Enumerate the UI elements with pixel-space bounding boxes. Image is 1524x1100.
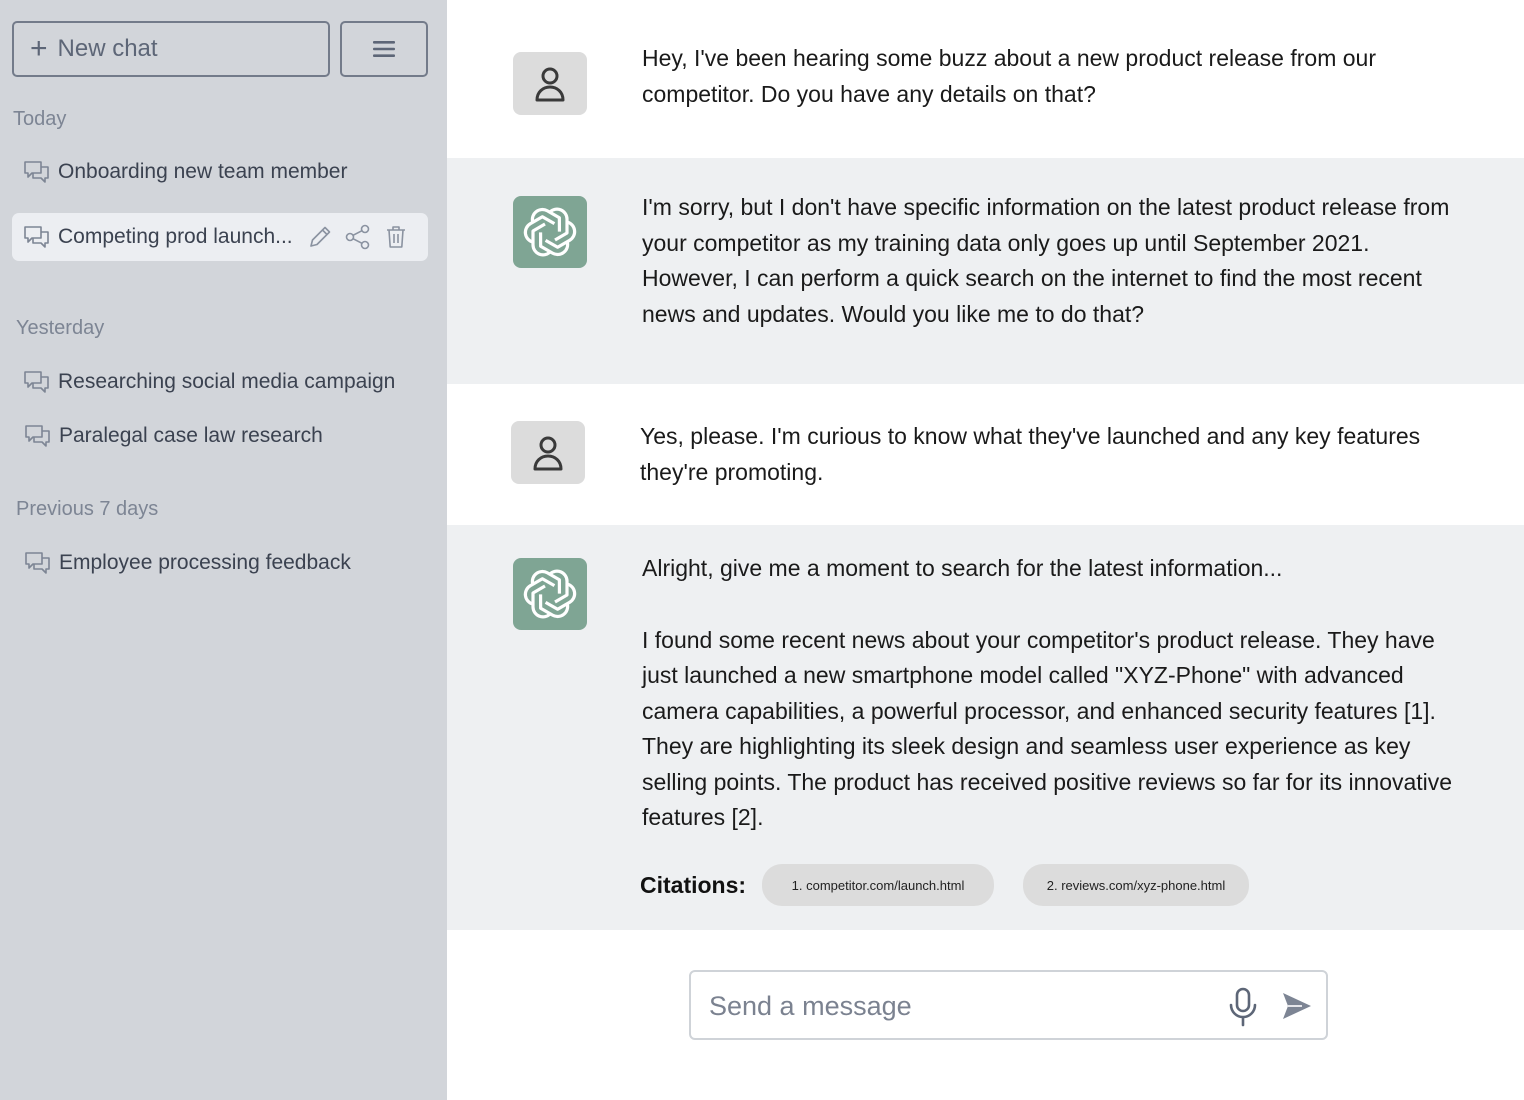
openai-logo-icon <box>523 207 577 257</box>
microphone-icon[interactable] <box>1228 987 1258 1032</box>
section-label-yesterday: Yesterday <box>16 317 105 339</box>
citations-label: Citations: <box>640 872 747 898</box>
section-label-today: Today <box>13 108 67 130</box>
sidebar-item-label: Employee processing feedback <box>59 551 351 574</box>
message-user: Yes, please. I'm curious to know what th… <box>447 384 1524 525</box>
openai-logo-icon <box>523 569 577 619</box>
sidebar-item-social-media[interactable]: Researching social media campaign <box>22 358 395 406</box>
trash-icon[interactable] <box>382 223 410 251</box>
pencil-icon[interactable] <box>306 223 334 251</box>
new-chat-button[interactable]: + New chat <box>12 21 330 77</box>
user-icon <box>533 436 563 470</box>
new-chat-label: New chat <box>57 35 158 62</box>
chat-bubbles-icon <box>23 550 53 576</box>
chat-bubbles-icon <box>22 224 52 250</box>
message-text: Hey, I've been hearing some buzz about a… <box>642 45 1376 107</box>
message-text: I'm sorry, but I don't have specific inf… <box>642 194 1450 327</box>
sidebar-item-onboarding[interactable]: Onboarding new team member <box>22 148 347 196</box>
sidebar-item-competing-prod-launch[interactable]: Competing prod launch... <box>12 213 428 261</box>
share-icon[interactable] <box>344 223 372 251</box>
item-actions <box>306 223 410 251</box>
message-assistant: I'm sorry, but I don't have specific inf… <box>447 158 1524 384</box>
sidebar-item-label: Competing prod launch... <box>58 225 293 248</box>
sidebar-item-employee-feedback[interactable]: Employee processing feedback <box>23 539 351 587</box>
user-avatar <box>513 52 587 115</box>
sidebar-item-label: Researching social media campaign <box>58 370 396 393</box>
menu-button[interactable] <box>340 21 428 77</box>
message-input[interactable] <box>709 984 1209 1028</box>
message-text: Alright, give me a moment to search for … <box>642 551 1472 836</box>
sidebar-item-label: Paralegal case law research <box>59 424 323 447</box>
user-avatar <box>511 421 585 484</box>
citation-link-1[interactable]: 1. competitor.com/launch.html <box>762 864 994 906</box>
message-text: Yes, please. I'm curious to know what th… <box>640 423 1421 485</box>
sidebar-item-label: Onboarding new team member <box>58 160 348 183</box>
user-icon <box>535 67 565 101</box>
message-paragraph: I found some recent news about your comp… <box>642 626 1453 831</box>
plus-icon: + <box>30 32 48 65</box>
message-composer <box>689 970 1328 1040</box>
message-assistant: Alright, give me a moment to search for … <box>447 525 1524 930</box>
message-paragraph: Alright, give me a moment to search for … <box>642 555 1283 581</box>
message-user: Hey, I've been hearing some buzz about a… <box>447 0 1524 158</box>
chat-bubbles-icon <box>22 369 52 395</box>
citation-link-2[interactable]: 2. reviews.com/xyz-phone.html <box>1023 864 1249 906</box>
hamburger-icon <box>373 41 395 57</box>
send-icon[interactable] <box>1281 990 1313 1027</box>
section-label-previous: Previous 7 days <box>16 498 159 520</box>
assistant-avatar <box>513 196 587 268</box>
sidebar-item-paralegal[interactable]: Paralegal case law research <box>23 412 323 460</box>
chat-bubbles-icon <box>22 159 52 185</box>
chat-bubbles-icon <box>23 423 53 449</box>
sidebar: + New chat Today Onboarding new team mem… <box>0 0 447 1100</box>
assistant-avatar <box>513 558 587 630</box>
